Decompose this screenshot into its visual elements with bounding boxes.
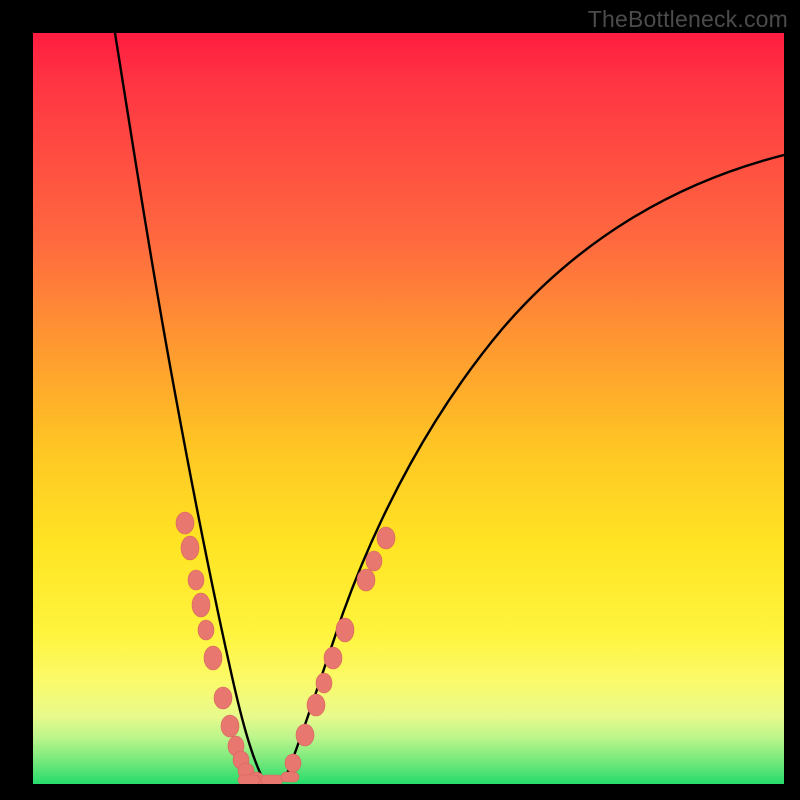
watermark-text: TheBottleneck.com: [588, 6, 788, 33]
chart-frame: TheBottleneck.com: [0, 0, 800, 800]
right-curve: [285, 155, 784, 779]
left-curve: [115, 33, 263, 779]
plot-area: [33, 33, 784, 784]
curve-layer: [33, 33, 784, 784]
dots-left-branch: [176, 512, 264, 784]
dots-right-branch: [285, 527, 395, 772]
